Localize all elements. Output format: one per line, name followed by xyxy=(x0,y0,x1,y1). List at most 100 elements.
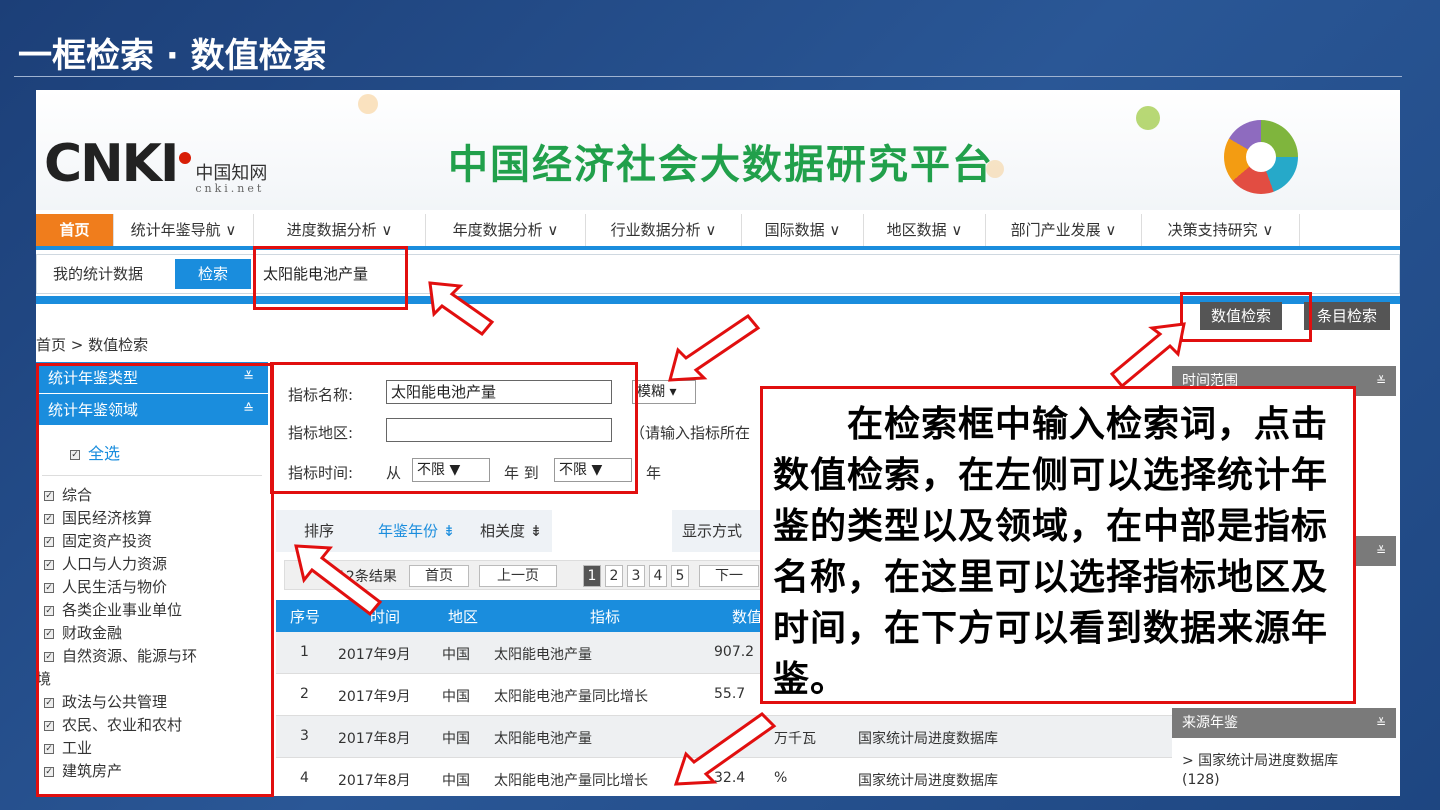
col-value: 数值 xyxy=(732,608,763,626)
checkbox-icon[interactable]: ✓ xyxy=(44,559,54,570)
checkbox-icon[interactable]: ✓ xyxy=(44,651,54,662)
nav-progress[interactable]: 进度数据分析 ∨ xyxy=(254,214,426,246)
domain-item[interactable]: ✓ 综合 xyxy=(44,484,268,507)
domain-item[interactable]: ✓ 建筑房产 xyxy=(44,760,268,783)
domain-item[interactable]: ✓ 农民、农业和农村 xyxy=(44,714,268,737)
select-all-label: 全选 xyxy=(88,444,121,463)
cell-time: 2017年9月 xyxy=(338,689,411,705)
pagination: 12条结果 首页 上一页 1 2 3 4 5 下一 xyxy=(284,560,804,590)
display-mode-label[interactable]: 显示方式 xyxy=(682,520,742,541)
select-all-option[interactable]: ✓ 全选 xyxy=(42,426,262,476)
sort-toolbar: 排序 年鉴年份 ⇟ 相关度 ⇟ 显示方式 xyxy=(276,510,816,552)
checkbox-icon[interactable]: ✓ xyxy=(70,449,80,460)
source-yearbook-link[interactable]: > 国家统计局进度数据库 xyxy=(1182,750,1338,770)
sort-by-relevance[interactable]: 相关度 ⇟ xyxy=(480,520,542,541)
sort-by-year[interactable]: 年鉴年份 ⇟ xyxy=(378,520,455,541)
next-page-button[interactable]: 下一 xyxy=(699,565,759,587)
nav-decision[interactable]: 决策支持研究 ∨ xyxy=(1142,214,1300,246)
cell-value: 32.4 xyxy=(714,770,746,786)
cell-unit: % xyxy=(774,770,788,786)
cell-time: 2017年9月 xyxy=(338,647,411,663)
entry-search-button[interactable]: 条目检索 xyxy=(1304,302,1390,330)
checkbox-icon[interactable]: ✓ xyxy=(44,697,54,708)
col-index: 序号 xyxy=(290,608,321,626)
nav-department[interactable]: 部门产业发展 ∨ xyxy=(986,214,1142,246)
match-mode-select[interactable]: 模糊 ▾ xyxy=(632,380,696,404)
nav-yearbook[interactable]: 统计年鉴导航 ∨ xyxy=(114,214,254,246)
cell-index: 4 xyxy=(300,770,309,786)
page-3[interactable]: 3 xyxy=(627,565,645,587)
cell-indicator[interactable]: 太阳能电池产量同比增长 xyxy=(494,770,648,790)
cell-indicator[interactable]: 太阳能电池产量同比增长 xyxy=(494,686,648,706)
prev-page-button[interactable]: 上一页 xyxy=(479,565,557,587)
logo-dot-icon xyxy=(179,152,192,164)
checkbox-icon[interactable]: ✓ xyxy=(44,720,54,731)
nav-international[interactable]: 国际数据 ∨ xyxy=(742,214,864,246)
page-2[interactable]: 2 xyxy=(605,565,623,587)
domain-label: 国民经济核算 xyxy=(62,509,153,527)
nav-home[interactable]: 首页 xyxy=(36,214,114,246)
nav-annual[interactable]: 年度数据分析 ∨ xyxy=(426,214,586,246)
region-hint: （请输入指标所在 xyxy=(630,424,751,442)
domain-item-wrap: 境 xyxy=(36,668,268,691)
page-4[interactable]: 4 xyxy=(649,565,667,587)
checkbox-icon[interactable]: ✓ xyxy=(44,536,54,547)
search-input[interactable]: 太阳能电池产量 xyxy=(259,260,399,288)
domain-item[interactable]: ✓ 自然资源、能源与环 xyxy=(44,645,268,668)
search-tab[interactable]: 检索 xyxy=(175,259,251,289)
domain-item[interactable]: ✓ 人民生活与物价 xyxy=(44,576,268,599)
nav-industry[interactable]: 行业数据分析 ∨ xyxy=(586,214,742,246)
cell-indicator[interactable]: 太阳能电池产量 xyxy=(494,644,592,664)
domain-label: 固定资产投资 xyxy=(62,532,153,550)
numeric-search-button[interactable]: 数值检索 xyxy=(1200,302,1282,330)
yearbook-domain-header[interactable]: 统计年鉴领域 ≙ xyxy=(36,394,268,426)
main-nav: 首页 统计年鉴导航 ∨ 进度数据分析 ∨ 年度数据分析 ∨ 行业数据分析 ∨ 国… xyxy=(36,214,1400,250)
result-count: 12条结果 xyxy=(337,569,397,585)
checkbox-icon[interactable]: ✓ xyxy=(44,766,54,777)
cnki-logo[interactable]: CNKI 中国知网 cnki.net xyxy=(44,134,267,194)
from-label: 从 xyxy=(386,464,402,482)
domain-item[interactable]: ✓ 政法与公共管理 xyxy=(44,691,268,714)
source-yearbook-header[interactable]: 来源年鉴 ≚ xyxy=(1172,708,1396,738)
page-1[interactable]: 1 xyxy=(583,565,601,587)
cell-source[interactable]: 国家统计局进度数据库 xyxy=(858,770,998,790)
checkbox-icon[interactable]: ✓ xyxy=(44,628,54,639)
nav-region[interactable]: 地区数据 ∨ xyxy=(864,214,986,246)
yearbook-domain-label: 统计年鉴领域 xyxy=(48,401,139,419)
to-year-select[interactable]: 不限 ▼ xyxy=(554,458,632,482)
domain-list: ✓ 综合 ✓ 国民经济核算 ✓ 固定资产投资 ✓ 人口与人力资源 ✓ 人民生活与物价 ✓ 各… xyxy=(36,476,268,783)
cnki-logo-mark: CNKI xyxy=(44,134,179,194)
cell-index: 3 xyxy=(300,728,309,744)
yearbook-type-label: 统计年鉴类型 xyxy=(48,369,139,387)
cell-indicator[interactable]: 太阳能电池产量 xyxy=(494,728,592,748)
yearbook-type-header[interactable]: 统计年鉴类型 ≚ xyxy=(36,362,268,394)
domain-item[interactable]: ✓ 工业 xyxy=(44,737,268,760)
checkbox-icon[interactable]: ✓ xyxy=(44,490,54,501)
cell-index: 2 xyxy=(300,686,309,702)
domain-item[interactable]: ✓ 固定资产投资 xyxy=(44,530,268,553)
cell-region: 中国 xyxy=(442,731,470,747)
domain-item[interactable]: ✓ 财政金融 xyxy=(44,622,268,645)
first-page-button[interactable]: 首页 xyxy=(409,565,469,587)
indicator-region-input[interactable] xyxy=(386,418,612,442)
page-5[interactable]: 5 xyxy=(671,565,689,587)
toolbar-gap xyxy=(552,510,672,552)
title-divider xyxy=(14,76,1402,77)
checkbox-icon[interactable]: ✓ xyxy=(44,513,54,524)
decorative-dot-icon xyxy=(986,160,1004,178)
indicator-name-input[interactable]: 太阳能电池产量 xyxy=(386,380,612,404)
slide-title: 一框检索 · 数值检索 xyxy=(18,36,327,76)
checkbox-icon[interactable]: ✓ xyxy=(44,605,54,616)
checkbox-icon[interactable]: ✓ xyxy=(44,743,54,754)
chevron-double-down-icon: ≚ xyxy=(243,370,254,385)
domain-item[interactable]: ✓ 国民经济核算 xyxy=(44,507,268,530)
from-year-select[interactable]: 不限 ▼ xyxy=(412,458,490,482)
indicator-time-label: 指标时间: xyxy=(288,464,354,482)
domain-item[interactable]: ✓ 人口与人力资源 xyxy=(44,553,268,576)
my-stats-link[interactable]: 我的统计数据 xyxy=(43,259,153,289)
domain-item[interactable]: ✓ 各类企业事业单位 xyxy=(44,599,268,622)
cell-time: 2017年8月 xyxy=(338,731,411,747)
indicator-name-label: 指标名称: xyxy=(288,386,354,404)
checkbox-icon[interactable]: ✓ xyxy=(44,582,54,593)
cell-source[interactable]: 国家统计局进度数据库 xyxy=(858,728,998,748)
